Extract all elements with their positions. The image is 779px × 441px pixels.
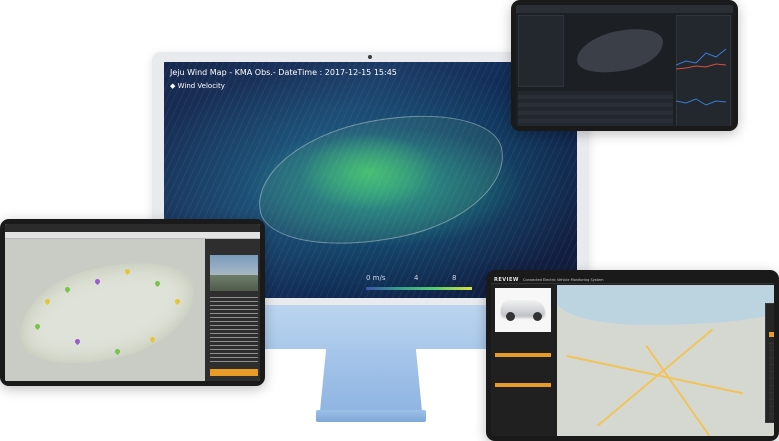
ev-search-button[interactable] bbox=[769, 332, 774, 337]
dashboard-line-chart bbox=[676, 48, 726, 70]
ev-search-panel bbox=[765, 303, 774, 423]
device-mockup-stage: Jeju Wind Map - KMA Obs.- DateTime : 201… bbox=[0, 0, 779, 441]
dashboard-data-table bbox=[518, 91, 673, 126]
imac-base bbox=[316, 410, 426, 422]
car-wheel bbox=[506, 312, 515, 321]
dashboard-island bbox=[572, 22, 668, 80]
tourism-action-button[interactable] bbox=[210, 369, 258, 376]
legend-label-8: 8 bbox=[452, 274, 457, 282]
map-road bbox=[597, 328, 714, 427]
ev-result-rows bbox=[769, 342, 774, 420]
ev-monitor-tablet: REVIEW Connected Electric Vehicle Monito… bbox=[486, 270, 779, 441]
tourism-description bbox=[210, 295, 258, 365]
review-logo: REVIEW bbox=[494, 277, 519, 283]
legend-gradient-bar bbox=[366, 287, 472, 290]
ev-car-image bbox=[495, 288, 551, 332]
ev-header: REVIEW Connected Electric Vehicle Monito… bbox=[491, 275, 774, 284]
ev-map[interactable] bbox=[557, 285, 774, 436]
tourism-map[interactable] bbox=[5, 239, 206, 381]
wind-velocity-label[interactable]: ◆ Wind Velocity bbox=[170, 82, 225, 90]
dashboard-map bbox=[568, 17, 673, 87]
tourism-map-tablet bbox=[0, 219, 265, 386]
tourism-topbar bbox=[5, 224, 260, 232]
ev-subtitle: Connected Electric Vehicle Monitoring Sy… bbox=[523, 278, 604, 282]
tourism-map-screen bbox=[5, 224, 260, 381]
dashboard-line-chart-2 bbox=[676, 98, 726, 106]
wind-legend: 0 m/s 4 8 bbox=[366, 272, 472, 292]
tourism-tabs bbox=[5, 232, 260, 239]
legend-label-4: 4 bbox=[414, 274, 419, 282]
tourism-photo bbox=[210, 255, 258, 291]
map-sea bbox=[557, 285, 774, 325]
camera-dot bbox=[368, 55, 372, 59]
dashboard-screen bbox=[516, 5, 733, 126]
ev-section-bar bbox=[495, 353, 551, 357]
tourism-island bbox=[8, 246, 206, 380]
car-wheel bbox=[533, 312, 542, 321]
dashboard-tablet bbox=[511, 0, 738, 131]
legend-label-0: 0 m/s bbox=[366, 274, 386, 282]
dashboard-header bbox=[516, 5, 733, 13]
dashboard-left-panel bbox=[518, 15, 564, 87]
tourism-detail-panel bbox=[205, 239, 260, 381]
ev-section-bar bbox=[495, 383, 551, 387]
wind-map-title: Jeju Wind Map - KMA Obs.- DateTime : 201… bbox=[170, 68, 397, 77]
ev-monitor-screen: REVIEW Connected Electric Vehicle Monito… bbox=[491, 275, 774, 436]
wind-velocity-text: Wind Velocity bbox=[177, 82, 225, 90]
imac-stand bbox=[320, 349, 422, 411]
